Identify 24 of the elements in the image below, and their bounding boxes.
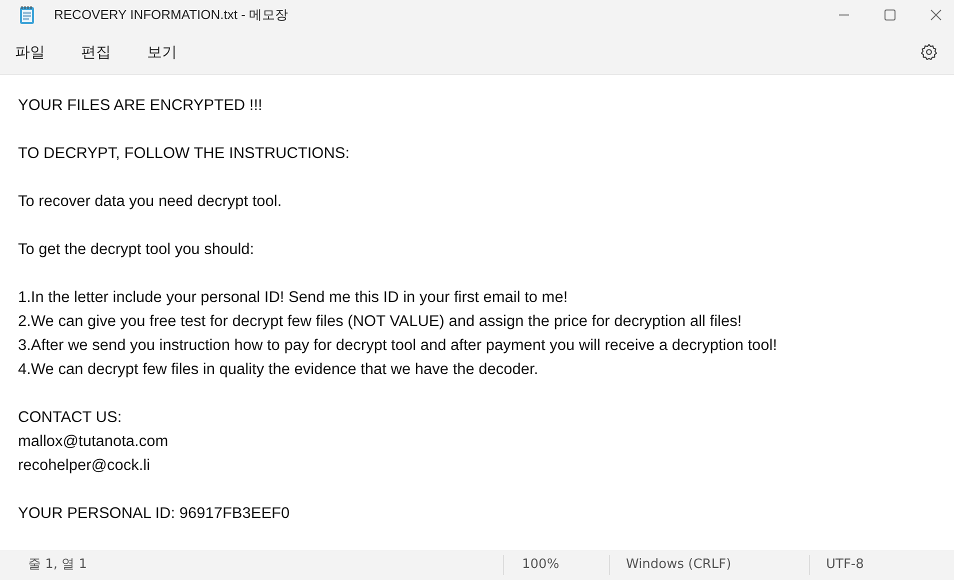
maximize-icon[interactable]	[884, 9, 896, 22]
text-line: CONTACT US:	[18, 408, 123, 428]
text-line: YOUR PERSONAL ID: 96917FB3EEF0	[18, 504, 291, 524]
menu-item[interactable]: 보기	[136, 36, 188, 68]
text-line: 1.In the letter include your personal ID! Send me this ID in your first email to me!	[18, 288, 569, 308]
line-ending: Windows (CRLF)	[609, 555, 809, 576]
menu-item[interactable]: 파일	[4, 36, 56, 68]
text-line: mallox@tutanota.com	[18, 432, 170, 452]
text-line: TO DECRYPT, FOLLOW THE INSTRUCTIONS:	[18, 144, 351, 164]
text-line: 4.We can decrypt few files in quality the evidence that we have the decoder.	[18, 360, 540, 380]
text-line: To get the decrypt tool you should:	[18, 240, 256, 260]
text-line: 2.We can give you free test for decrypt few files (NOT VALUE) and assign the price for decryption all files!	[18, 312, 743, 332]
zoom-level: 100%	[503, 555, 609, 576]
encoding: UTF-8	[809, 555, 864, 576]
text-line: To recover data you need decrypt tool.	[18, 192, 283, 212]
settings-icon[interactable]	[920, 43, 938, 62]
cursor-position: 줄 1, 열 1	[27, 556, 88, 574]
text-line: YOUR FILES ARE ENCRYPTED !!!	[18, 96, 264, 116]
menu-item[interactable]: 편집	[70, 36, 122, 68]
close-icon[interactable]	[930, 9, 942, 22]
window-title: RECOVERY INFORMATION.txt - 메모장	[54, 6, 288, 24]
text-line: recohelper@cock.li	[18, 456, 152, 476]
text-line: 3.After we send you instruction how to pay for decrypt tool and after payment you will receive a decryption tool!	[18, 336, 778, 356]
notepad-icon	[19, 5, 35, 26]
